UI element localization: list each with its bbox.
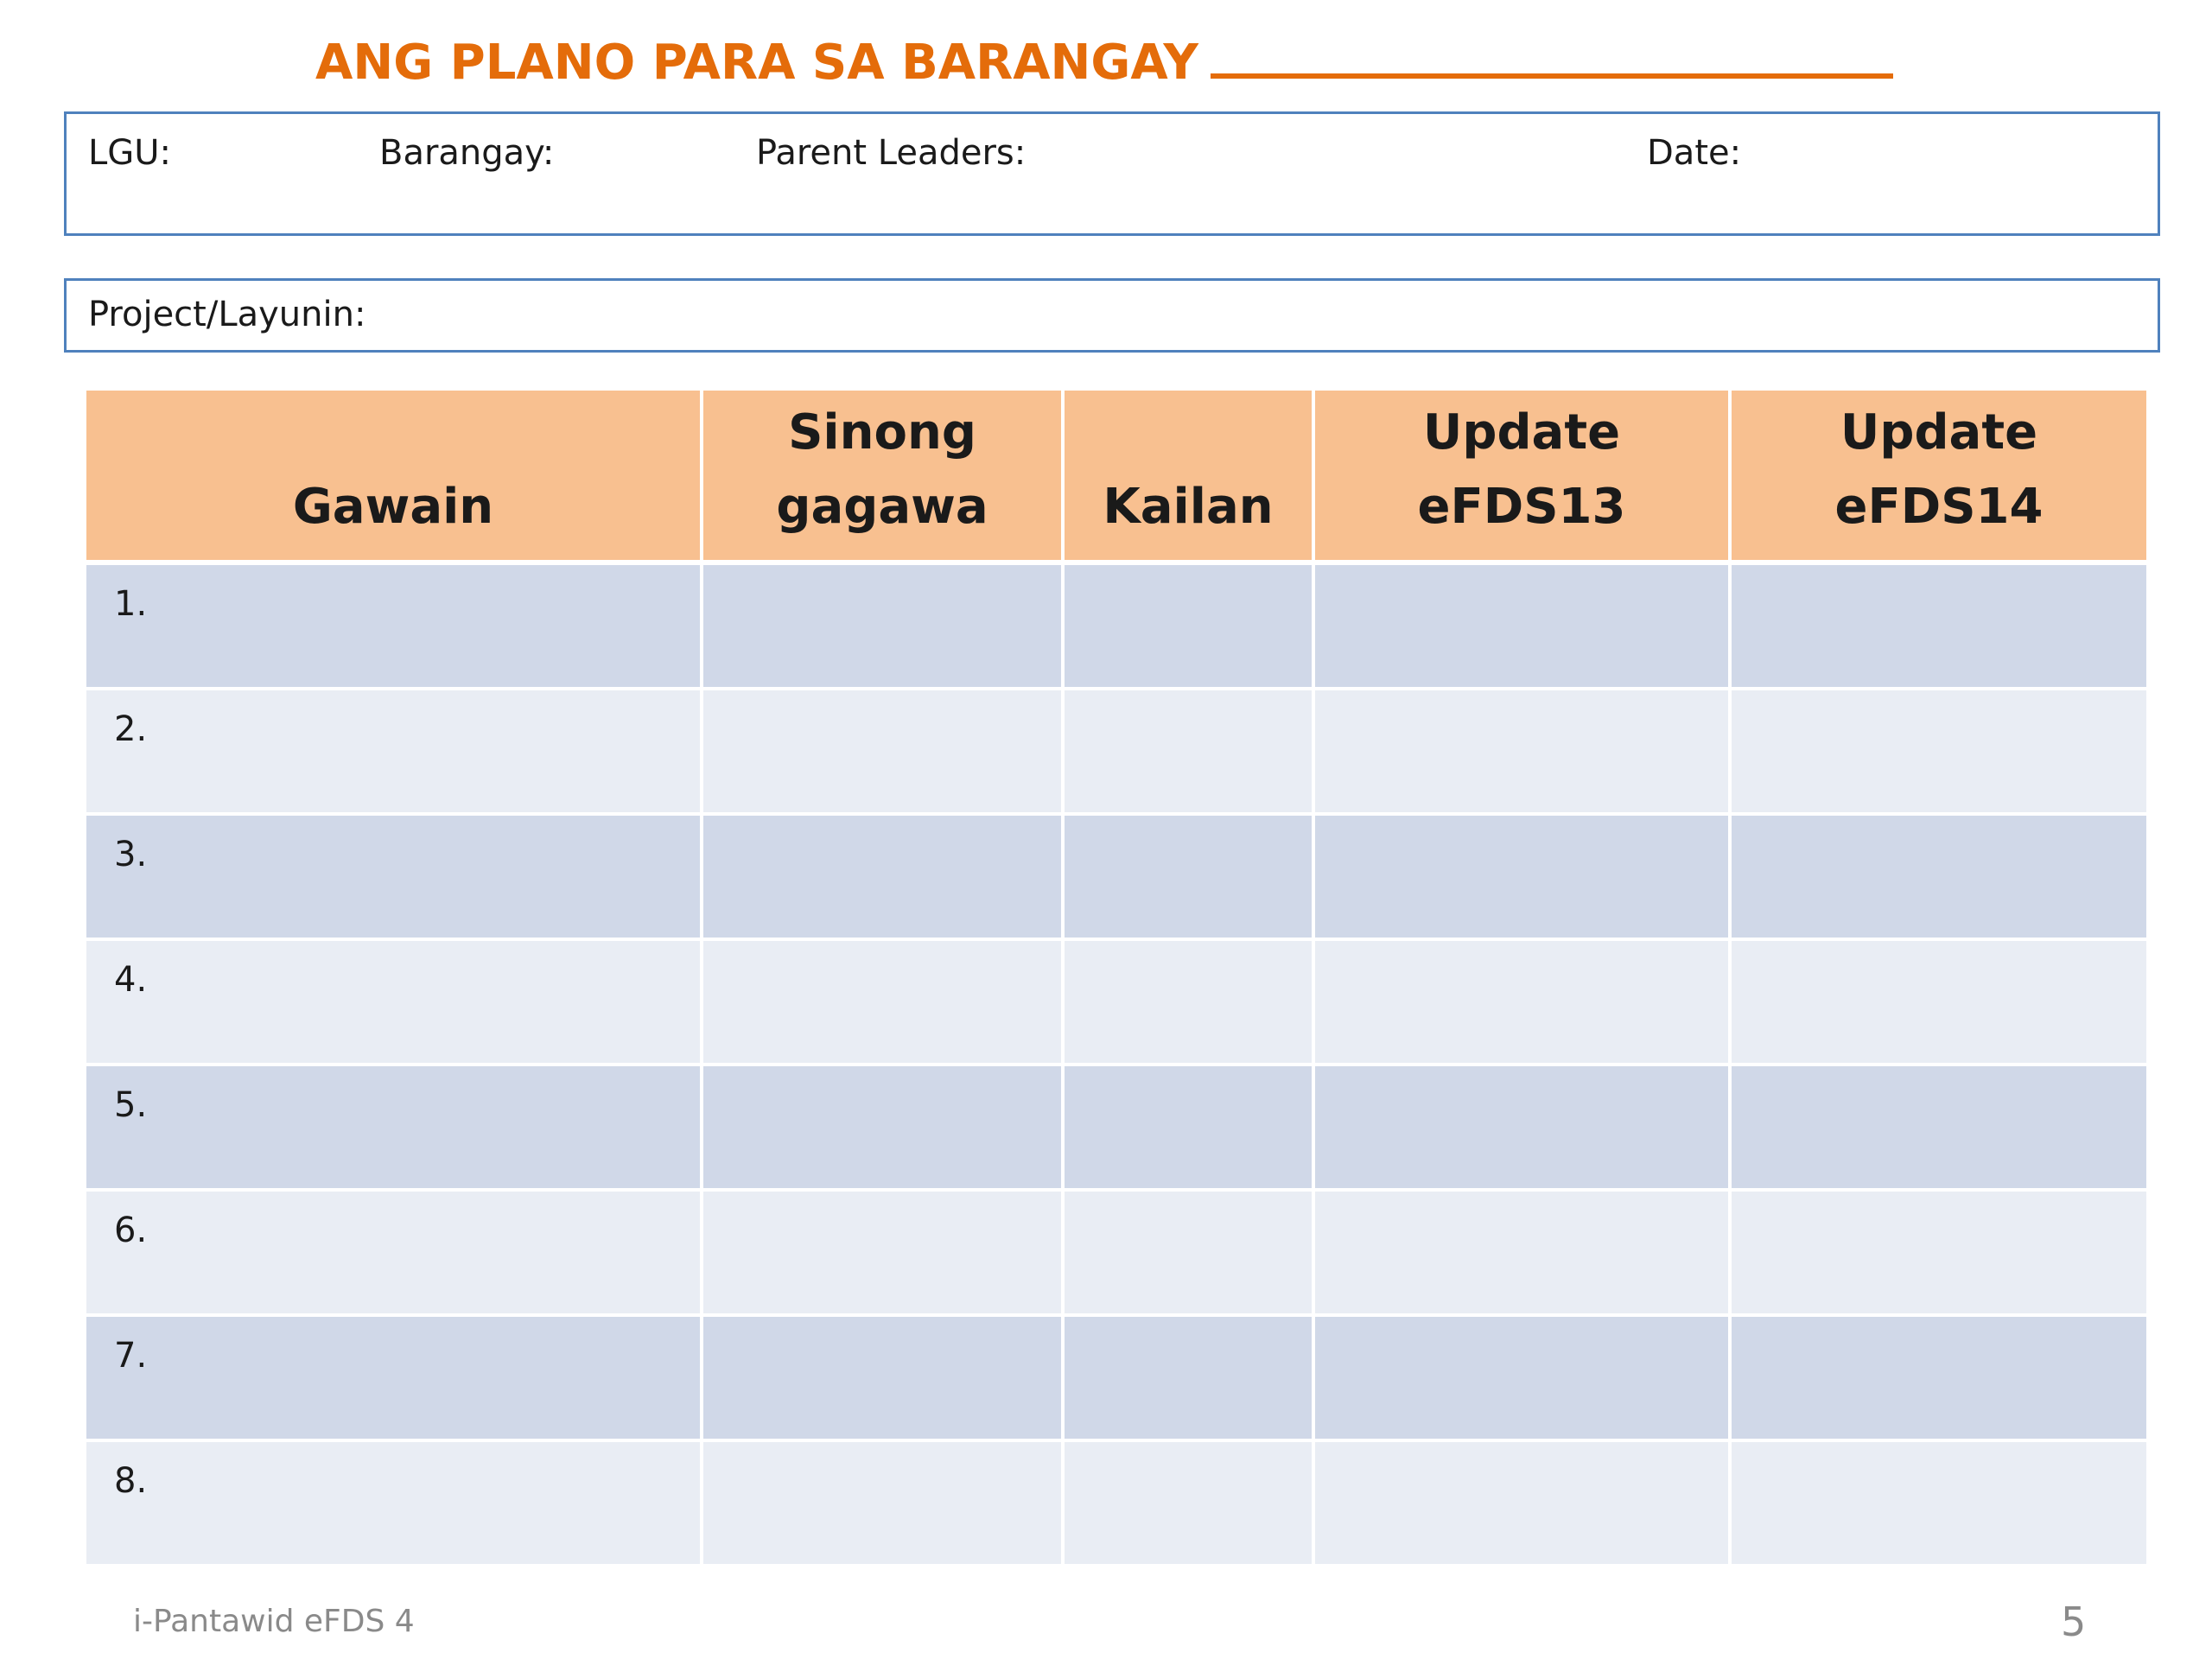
barangay-label: Barangay: [379,133,555,173]
header-kailan: Kailan [1065,391,1315,565]
table-row: 8. [86,1442,2146,1567]
table-cell[interactable] [1065,1442,1315,1567]
row-number: 3. [114,835,148,874]
table-row: 7. [86,1317,2146,1442]
row-number: 1. [114,584,148,624]
table-cell[interactable] [1315,1192,1732,1317]
table-cell[interactable] [1065,816,1315,941]
title-text: ANG PLANO PARA SA BARANGAY [315,35,1198,91]
table-cell[interactable] [1065,690,1315,816]
table-cell[interactable] [1065,1317,1315,1442]
table-row: 2. [86,690,2146,816]
gawain-cell[interactable]: 7. [86,1317,703,1442]
table-cell[interactable] [703,1317,1065,1442]
table-cell[interactable] [1732,1066,2146,1192]
table-cell[interactable] [703,1442,1065,1567]
row-number: 7. [114,1336,148,1376]
table-cell[interactable] [1315,816,1732,941]
title-blank-line [1210,73,1893,79]
header-update-efds14: Update eFDS14 [1732,391,2146,565]
table-cell[interactable] [1315,1317,1732,1442]
header-sinong-gagawa: Sinong gagawa [703,391,1065,565]
row-number: 4. [114,960,148,1000]
table-cell[interactable] [1315,941,1732,1066]
project-label: Project/Layunin: [88,295,366,334]
table-row: 1. [86,565,2146,690]
table-row: 6. [86,1192,2146,1317]
plan-table: Gawain Sinong gagawa Kailan Update eFDS13 Up… [86,391,2146,1567]
header-update-efds13: Update eFDS13 [1315,391,1732,565]
row-number: 6. [114,1211,148,1250]
parent-leaders-label: Parent Leaders: [756,133,1027,173]
table-cell[interactable] [1065,1066,1315,1192]
table-body: 1. 2. 3. 4. 5. 6. 7. 8. [86,565,2146,1567]
table-row: 4. [86,941,2146,1066]
table-header-row: Gawain Sinong gagawa Kailan Update eFDS13 Up… [86,391,2146,565]
table-cell[interactable] [703,690,1065,816]
table-cell[interactable] [1732,690,2146,816]
gawain-cell[interactable]: 4. [86,941,703,1066]
gawain-cell[interactable]: 1. [86,565,703,690]
project-box: Project/Layunin: [64,278,2160,353]
table-cell[interactable] [703,565,1065,690]
table-cell[interactable] [1315,565,1732,690]
row-number: 2. [114,709,148,749]
table-cell[interactable] [1315,690,1732,816]
table-cell[interactable] [703,941,1065,1066]
table-cell[interactable] [1065,565,1315,690]
gawain-cell[interactable]: 3. [86,816,703,941]
table-cell[interactable] [1732,1192,2146,1317]
lgu-label: LGU: [88,133,172,173]
date-label: Date: [1647,133,1742,173]
table-cell[interactable] [703,816,1065,941]
table-cell[interactable] [1065,1192,1315,1317]
table-cell[interactable] [703,1192,1065,1317]
row-number: 8. [114,1461,148,1501]
table-cell[interactable] [1065,941,1315,1066]
table-cell[interactable] [1732,1442,2146,1567]
table-row: 3. [86,816,2146,941]
gawain-cell[interactable]: 5. [86,1066,703,1192]
table-cell[interactable] [1732,565,2146,690]
row-number: 5. [114,1085,148,1125]
gawain-cell[interactable]: 2. [86,690,703,816]
table-cell[interactable] [1732,941,2146,1066]
gawain-cell[interactable]: 8. [86,1442,703,1567]
slide-title: ANG PLANO PARA SA BARANGAY [315,35,1893,91]
table-cell[interactable] [1315,1066,1732,1192]
header-gawain: Gawain [86,391,703,565]
table-cell[interactable] [1732,816,2146,941]
footer-text: i-Pantawid eFDS 4 [133,1604,415,1639]
table-cell[interactable] [1315,1442,1732,1567]
info-box: LGU: Barangay: Parent Leaders: Date: [64,111,2160,236]
gawain-cell[interactable]: 6. [86,1192,703,1317]
table-cell[interactable] [1732,1317,2146,1442]
table-cell[interactable] [703,1066,1065,1192]
table-row: 5. [86,1066,2146,1192]
page-number: 5 [2061,1599,2087,1645]
